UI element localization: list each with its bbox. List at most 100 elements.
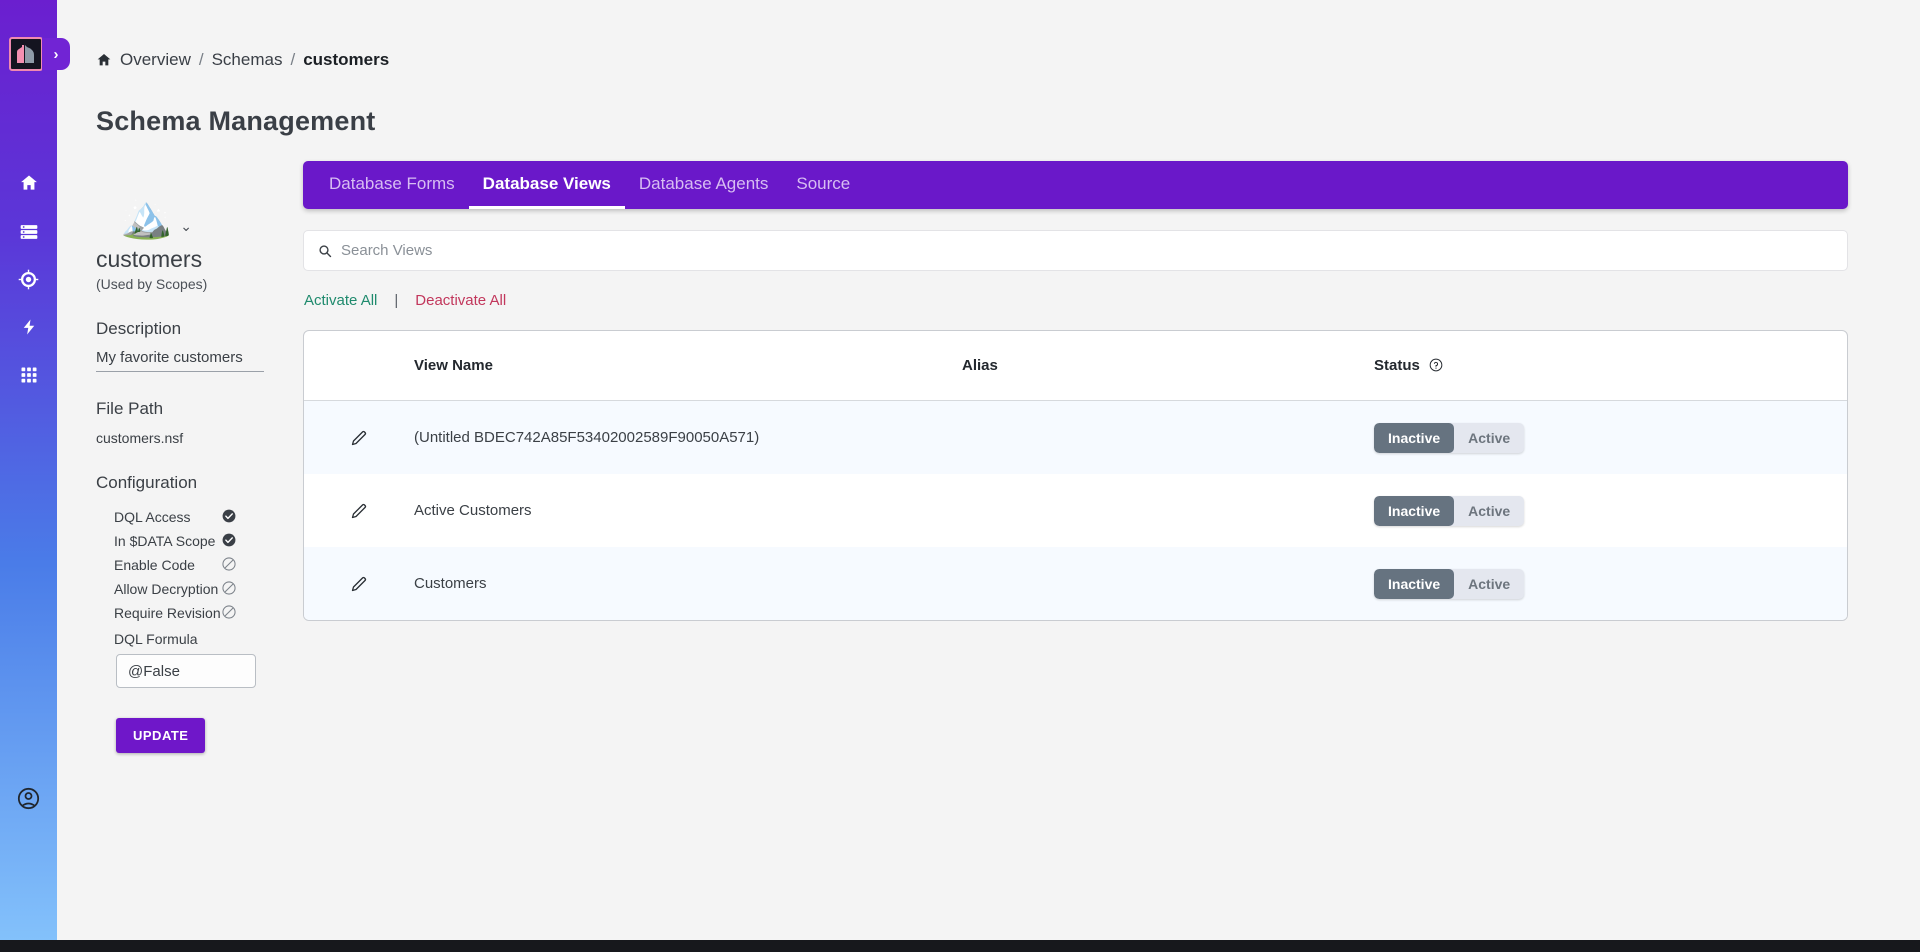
tab-bar: Database Forms Database Views Database A… — [303, 161, 1848, 209]
breadcrumb-item-schemas[interactable]: Schemas — [212, 50, 283, 70]
breadcrumb-item-customers: customers — [303, 50, 390, 69]
chevron-down-icon[interactable]: ⌄ — [180, 218, 192, 235]
block-circle-icon — [222, 605, 238, 621]
rail-item-home[interactable] — [0, 170, 57, 196]
check-circle-icon — [222, 509, 238, 525]
status-option-inactive[interactable]: Inactive — [1374, 495, 1455, 526]
status-toggle[interactable]: Inactive Active — [1374, 568, 1525, 599]
status-option-active[interactable]: Active — [1454, 496, 1524, 526]
table-header-status-label: Status — [1374, 357, 1420, 374]
rail-item-quick-actions[interactable] — [0, 314, 57, 340]
breadcrumb: Overview / Schemas / customers — [96, 50, 389, 70]
apps-grid-icon — [21, 367, 36, 383]
search-bar[interactable] — [303, 230, 1848, 271]
search-icon — [319, 244, 332, 257]
config-row-require-revision[interactable]: Require Revision — [114, 601, 316, 625]
dql-formula-label: DQL Formula — [114, 631, 198, 647]
status-option-active[interactable]: Active — [1454, 423, 1524, 453]
status-cell: Inactive Active — [1374, 495, 1847, 526]
status-option-inactive[interactable]: Inactive — [1374, 568, 1455, 599]
description-label: Description — [96, 319, 182, 338]
schema-name: customers — [96, 246, 203, 272]
config-row-allow-decryption[interactable]: Allow Decryption — [114, 577, 316, 601]
page-title: Schema Management — [96, 106, 376, 136]
config-row-dql-access[interactable]: DQL Access — [114, 505, 316, 529]
file-path-label: File Path — [96, 399, 164, 418]
schema-detail-panel: 🏔️ ⌄ customers (Used by Scopes) Descript… — [96, 196, 316, 753]
check-circle-icon — [222, 533, 238, 549]
search-input[interactable] — [341, 242, 1833, 259]
schema-usage-note: (Used by Scopes) — [96, 276, 208, 292]
table-row[interactable]: Customers Inactive Active — [304, 547, 1847, 620]
table-row[interactable]: Active Customers Inactive Active — [304, 474, 1847, 547]
tab-database-forms[interactable]: Database Forms — [315, 161, 469, 209]
window-bottom-bar — [0, 940, 1920, 952]
bulk-actions: Activate All | Deactivate All — [303, 292, 1848, 309]
main-panel: Database Forms Database Views Database A… — [303, 161, 1848, 621]
table-body: (Untitled BDEC742A85F53402002589F90050A5… — [304, 401, 1847, 620]
config-row-enable-code[interactable]: Enable Code — [114, 553, 316, 577]
block-circle-icon — [222, 581, 238, 597]
rail-item-databases[interactable] — [0, 218, 57, 244]
description-field[interactable]: My favorite customers — [96, 349, 264, 372]
home-icon — [20, 175, 37, 190]
config-label: DQL Access — [114, 509, 191, 525]
config-label: Enable Code — [114, 557, 195, 573]
update-button[interactable]: UPDATE — [116, 718, 206, 753]
home-icon[interactable] — [96, 52, 112, 68]
config-label: Allow Decryption — [114, 581, 219, 597]
left-nav-rail: › — [0, 0, 70, 940]
rail-item-apps[interactable] — [0, 362, 57, 388]
schema-identity: 🏔️ ⌄ — [96, 196, 316, 238]
table-header-view-name: View Name — [414, 357, 493, 374]
tab-database-agents[interactable]: Database Agents — [625, 161, 782, 209]
target-icon — [18, 269, 39, 289]
configuration-label: Configuration — [96, 473, 198, 492]
breadcrumb-separator: / — [290, 50, 296, 69]
status-cell: Inactive Active — [1374, 422, 1847, 453]
status-option-active[interactable]: Active — [1454, 569, 1524, 599]
status-option-inactive[interactable]: Inactive — [1374, 422, 1455, 453]
config-row-in-data-scope[interactable]: In $DATA Scope — [114, 529, 316, 553]
status-cell: Inactive Active — [1374, 568, 1847, 599]
database-icon — [20, 225, 37, 239]
breadcrumb-separator: / — [198, 50, 204, 69]
account-icon — [17, 787, 40, 809]
config-label: In $DATA Scope — [114, 533, 216, 549]
deactivate-all-button[interactable]: Deactivate All — [415, 292, 506, 309]
chevron-right-icon: › — [53, 45, 59, 63]
status-toggle[interactable]: Inactive Active — [1374, 495, 1525, 526]
views-table: View Name Alias Status (Untitled BDEC742… — [303, 330, 1848, 621]
pencil-icon — [351, 430, 367, 445]
rail-item-scopes[interactable] — [0, 266, 57, 292]
tab-source[interactable]: Source — [782, 161, 864, 209]
breadcrumb-item-overview[interactable]: Overview — [120, 50, 191, 70]
dql-formula-input[interactable] — [116, 654, 256, 688]
status-toggle[interactable]: Inactive Active — [1374, 422, 1525, 453]
table-header-alias: Alias — [962, 357, 998, 374]
rail-item-account[interactable] — [0, 785, 57, 811]
configuration-list: DQL Access In $DATA Scope Enable Code Al… — [96, 505, 316, 625]
edit-view-button[interactable] — [304, 501, 414, 521]
file-path-value: customers.nsf — [96, 430, 184, 446]
activate-all-button[interactable]: Activate All — [304, 292, 377, 309]
table-row[interactable]: (Untitled BDEC742A85F53402002589F90050A5… — [304, 401, 1847, 474]
rail-expand-button[interactable]: › — [42, 38, 70, 70]
pencil-icon — [351, 503, 367, 518]
help-circle-icon[interactable] — [1429, 358, 1443, 372]
table-header-status: Status — [1374, 357, 1847, 374]
view-name-cell: Active Customers — [414, 502, 532, 519]
table-header-row: View Name Alias Status — [304, 331, 1847, 401]
edit-view-button[interactable] — [304, 574, 414, 594]
config-label: Require Revision — [114, 605, 221, 621]
view-name-cell: Customers — [414, 575, 487, 592]
block-circle-icon — [222, 557, 238, 573]
pencil-icon — [351, 576, 367, 591]
mountain-icon[interactable]: 🏔️ — [120, 196, 172, 238]
edit-view-button[interactable] — [304, 428, 414, 448]
bolt-icon — [23, 319, 34, 335]
app-logo[interactable] — [9, 37, 43, 71]
view-name-cell: (Untitled BDEC742A85F53402002589F90050A5… — [414, 429, 760, 446]
bulk-actions-separator: | — [394, 292, 399, 309]
tab-database-views[interactable]: Database Views — [468, 161, 625, 209]
